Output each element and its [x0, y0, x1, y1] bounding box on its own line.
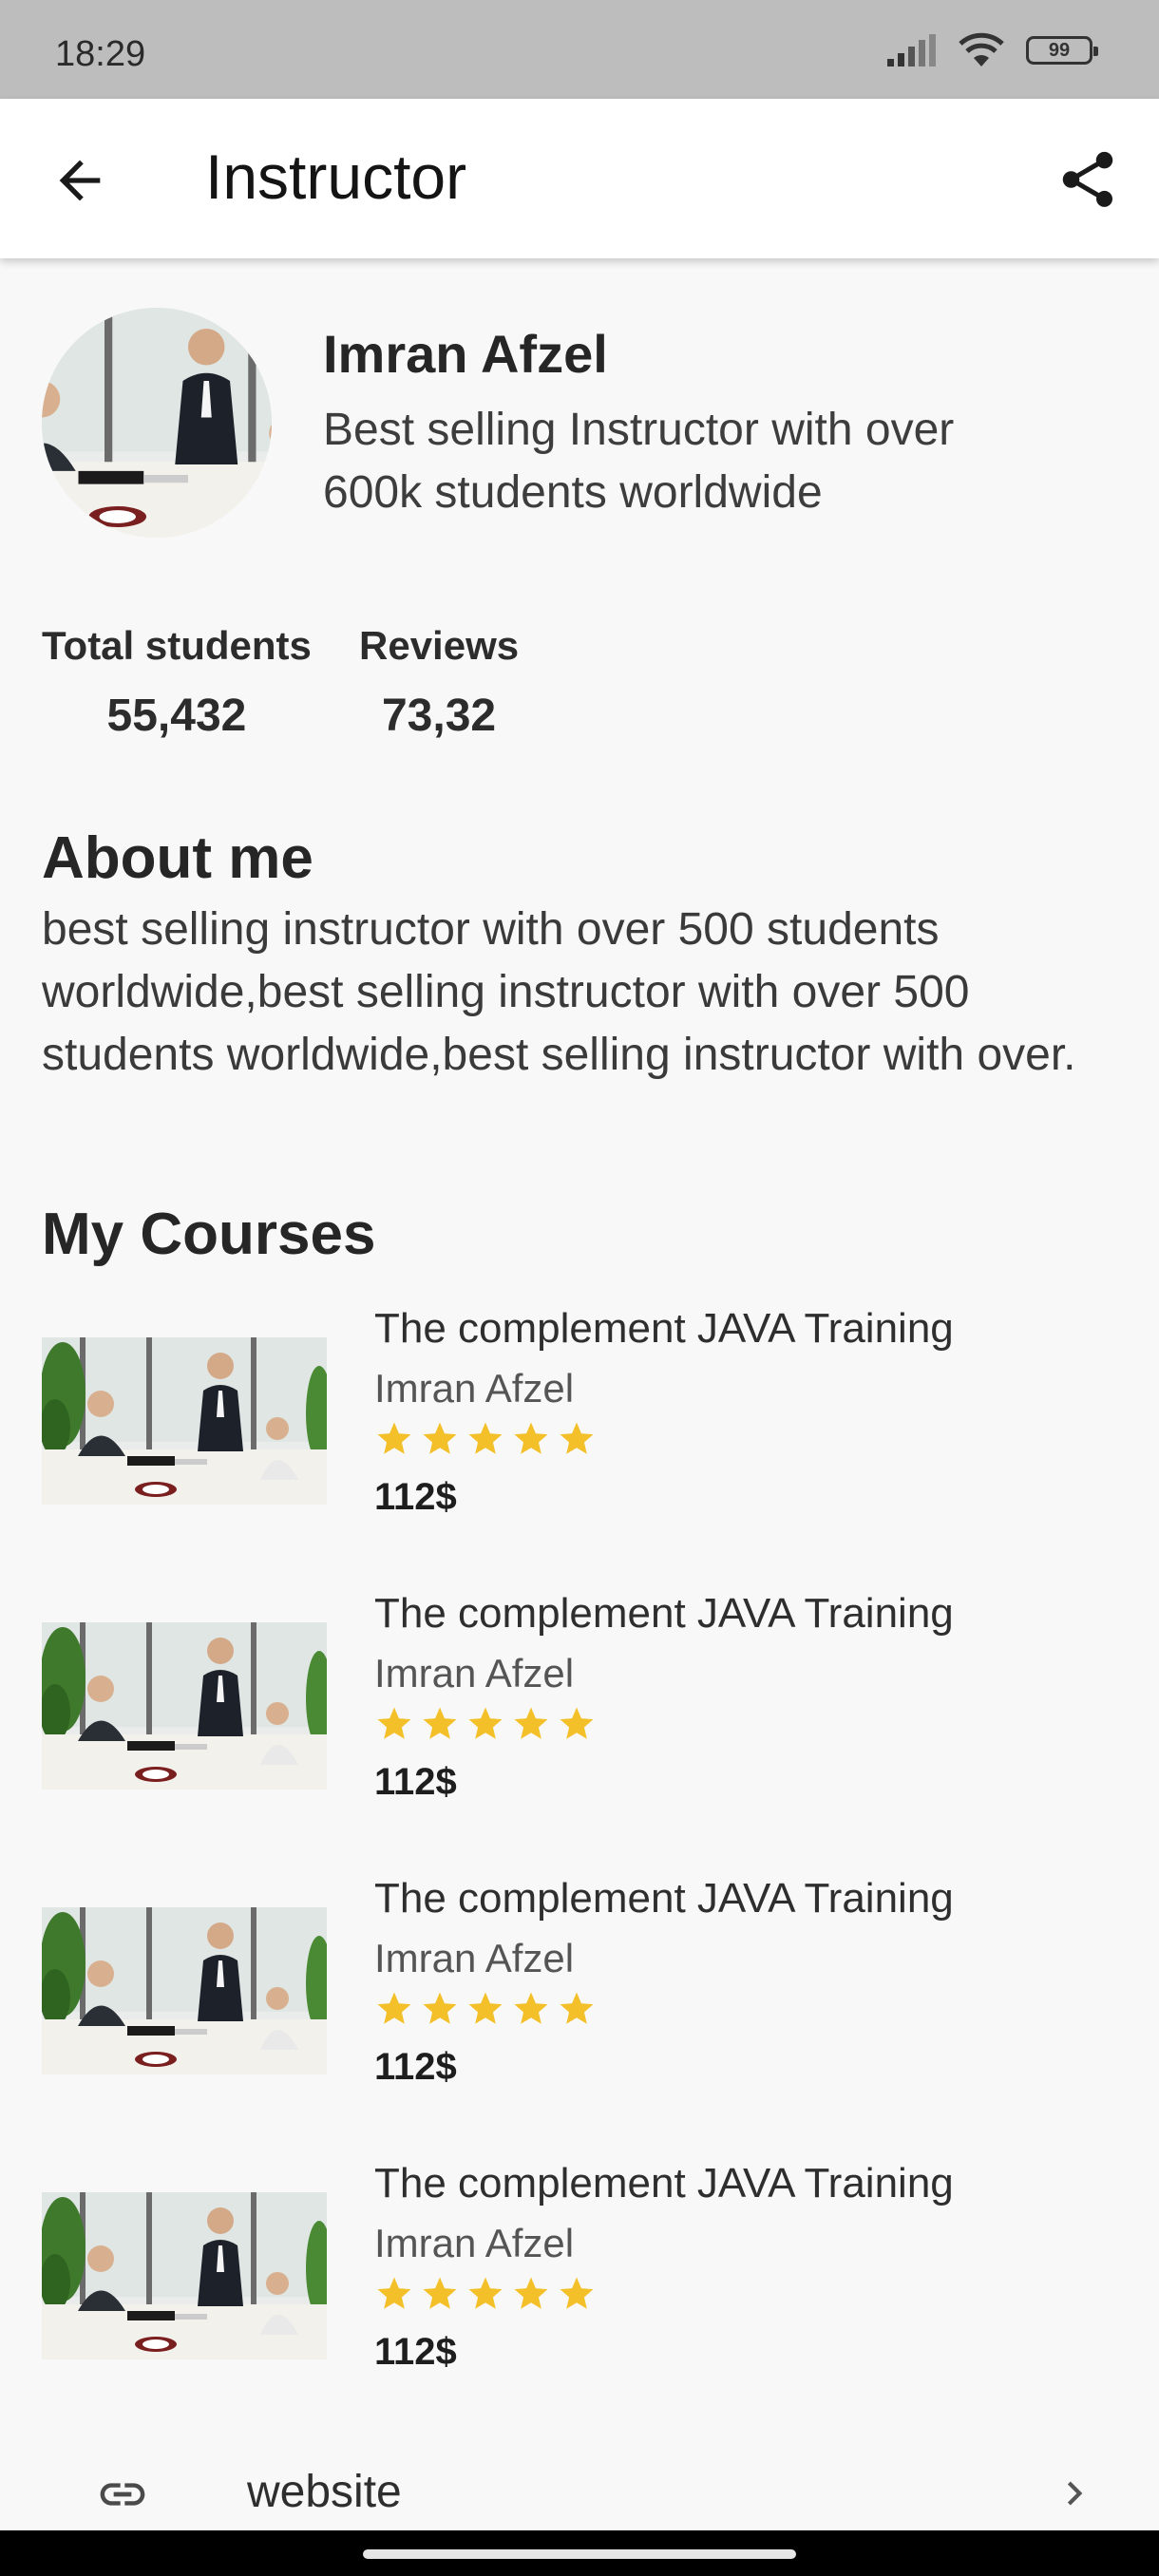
- course-list-item[interactable]: The complement JAVA Training Imran Afzel…: [42, 1590, 1115, 1818]
- course-price: 112$: [374, 2331, 457, 2373]
- course-list-item[interactable]: The complement JAVA Training Imran Afzel…: [42, 2160, 1115, 2388]
- avatar: [42, 308, 272, 538]
- home-indicator[interactable]: [363, 2549, 796, 2559]
- course-price: 112$: [374, 2046, 457, 2088]
- instructor-name: Imran Afzel: [323, 324, 608, 384]
- star-icon: [560, 1707, 594, 1739]
- course-title: The complement JAVA Training: [374, 1590, 954, 1637]
- star-icon: [514, 1992, 548, 2024]
- instructor-tagline: Best selling Instructor with over 600k s…: [323, 405, 955, 518]
- course-price: 112$: [374, 1761, 457, 1803]
- course-image: [42, 1907, 327, 2074]
- course-author: Imran Afzel: [374, 1936, 575, 1980]
- course-thumbnail: [42, 1337, 327, 1505]
- course-title: The complement JAVA Training: [374, 1305, 954, 1352]
- app-bar: Instructor: [0, 99, 1159, 258]
- signal-icon: [887, 34, 936, 66]
- chevron-right-icon: [1067, 2481, 1083, 2506]
- course-rating: [374, 1704, 597, 1744]
- website-label: website: [247, 2467, 402, 2517]
- star-icon: [423, 1422, 457, 1454]
- star-icon: [514, 1707, 548, 1739]
- website-row[interactable]: website: [0, 2451, 1159, 2536]
- about-text: best selling instructor with over 500 st…: [42, 904, 1076, 1080]
- course-rating: [374, 1419, 597, 1459]
- course-rating: [374, 1989, 597, 2029]
- system-nav-bar: [0, 2530, 1159, 2576]
- star-icon: [468, 1422, 503, 1454]
- star-icon: [560, 2277, 594, 2309]
- course-list-item[interactable]: The complement JAVA Training Imran Afzel…: [42, 1305, 1115, 1533]
- star-icon: [377, 1992, 411, 2024]
- star-icon: [377, 2277, 411, 2309]
- page-title: Instructor: [205, 142, 467, 212]
- avatar-image: [42, 308, 272, 538]
- courses-heading: My Courses: [42, 1202, 376, 1267]
- back-button[interactable]: [49, 150, 110, 211]
- course-author: Imran Afzel: [374, 1651, 575, 1695]
- course-thumbnail: [42, 2192, 327, 2359]
- star-icon: [423, 1992, 457, 2024]
- stat-label: Total students: [42, 623, 312, 668]
- course-image: [42, 2192, 327, 2359]
- star-icon: [377, 1422, 411, 1454]
- course-image: [42, 1337, 327, 1505]
- star-icon: [514, 2277, 548, 2309]
- stat-label: Reviews: [359, 623, 520, 668]
- battery-icon: 99: [1026, 36, 1098, 65]
- star-icon: [423, 2277, 457, 2309]
- course-author: Imran Afzel: [374, 2221, 575, 2265]
- link-icon: [100, 2483, 145, 2506]
- course-title: The complement JAVA Training: [374, 1875, 954, 1922]
- star-icon: [560, 1422, 594, 1454]
- star-icon: [468, 1707, 503, 1739]
- course-list-item[interactable]: The complement JAVA Training Imran Afzel…: [42, 1875, 1115, 2103]
- star-icon: [377, 1707, 411, 1739]
- star-icon: [468, 2277, 503, 2309]
- course-price: 112$: [374, 1476, 457, 1518]
- course-title: The complement JAVA Training: [374, 2160, 954, 2207]
- status-icons: 99: [885, 32, 1098, 68]
- course-rating: [374, 2274, 597, 2314]
- course-thumbnail: [42, 1907, 327, 2074]
- course-thumbnail: [42, 1622, 327, 1790]
- stat-total-students: Total students 55,432: [42, 623, 312, 742]
- course-image: [42, 1622, 327, 1790]
- star-icon: [560, 1992, 594, 2024]
- star-icon: [514, 1422, 548, 1454]
- share-button[interactable]: [1054, 146, 1121, 213]
- about-heading: About me: [42, 825, 314, 891]
- star-icon: [423, 1707, 457, 1739]
- status-time: 18:29: [55, 34, 146, 74]
- stat-reviews: Reviews 73,32: [359, 623, 519, 742]
- status-bar: 18:29 99: [0, 0, 1159, 99]
- stat-value: 73,32: [381, 691, 497, 741]
- wifi-icon: [959, 32, 1004, 66]
- course-author: Imran Afzel: [374, 1366, 575, 1411]
- stat-value: 55,432: [106, 691, 247, 741]
- star-icon: [468, 1992, 503, 2024]
